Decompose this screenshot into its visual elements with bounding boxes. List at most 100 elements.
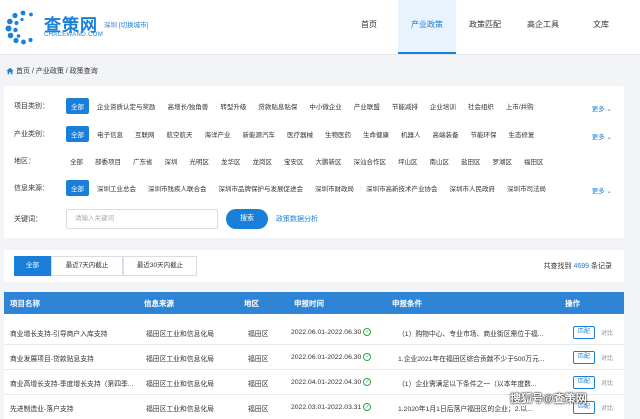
check-icon: ✓ xyxy=(363,328,372,336)
chip-option[interactable]: 节能环保 xyxy=(467,127,501,141)
header-project-name: 项目名称 xyxy=(10,299,40,308)
tab-all[interactable]: 全部 xyxy=(14,256,51,276)
chip-option[interactable]: 社会组织 xyxy=(464,99,498,113)
check-icon: ✓ xyxy=(363,378,372,386)
row-condition: （1）购物中心、专业市场、商业街区需位于福... xyxy=(398,331,544,338)
filter-label: 产业类别： xyxy=(14,131,49,138)
row-name[interactable]: 商业高增长支持-季度增长支持（第四季... xyxy=(10,378,140,388)
compare-link[interactable]: 对比 xyxy=(601,328,613,337)
chip-option[interactable]: 龙岗区 xyxy=(249,154,277,168)
row-name[interactable]: 商业发展项目-贷款贴息支持 xyxy=(10,353,140,363)
nav-hightech-tools[interactable]: 高企工具 xyxy=(514,0,572,54)
home-icon[interactable] xyxy=(6,67,14,75)
chip-option[interactable]: 盐田区 xyxy=(457,154,485,168)
chip-option[interactable]: 深圳工业总会 xyxy=(93,181,140,195)
row-name[interactable]: 商业增长支持-引导商户入库支持 xyxy=(10,328,140,338)
more-industry-button[interactable]: 更多 ⌄ xyxy=(592,131,612,141)
policy-analysis-link[interactable]: 政策数据分析 xyxy=(276,214,318,224)
more-project-type-button[interactable]: 更多 ⌄ xyxy=(592,103,612,113)
chip-option[interactable]: 航空航天 xyxy=(163,127,197,141)
row-region: 福田区 xyxy=(248,381,269,388)
breadcrumb: 首页 / 产业政策 / 政策查询 xyxy=(6,66,98,76)
table-row[interactable]: 商业增长支持-引导商户入库支持 福田区工业和信息化局 福田区 2022.06.0… xyxy=(4,320,624,345)
chip-option[interactable]: 深圳市人民政府 xyxy=(446,181,500,195)
chip-option[interactable]: 龙华区 xyxy=(217,154,245,168)
chip-all[interactable]: 全部 xyxy=(66,154,87,168)
chip-option[interactable]: 宝安区 xyxy=(280,154,308,168)
chip-option[interactable]: 高端装备 xyxy=(429,127,463,141)
chip-option[interactable]: 福田区 xyxy=(520,154,548,168)
chip-option[interactable]: 产业联盟 xyxy=(350,99,384,113)
chip-option[interactable]: 部委项目 xyxy=(91,154,125,168)
compare-link[interactable]: 对比 xyxy=(601,353,613,362)
chip-option[interactable]: 机器人 xyxy=(397,127,425,141)
chip-option[interactable]: 深圳市品牌保护与发展促进会 xyxy=(215,181,308,195)
chip-option[interactable]: 电子信息 xyxy=(93,127,127,141)
chip-option[interactable]: 新能源汽车 xyxy=(239,127,280,141)
row-time: 2022.06.01-2022.06.30 xyxy=(291,353,362,361)
table-header: 项目名称 信息来源 地区 申报时间 申报条件 操作 xyxy=(4,292,624,314)
row-time: 2022.03.01-2022.03.31 xyxy=(291,403,362,411)
chip-option[interactable]: 罗湖区 xyxy=(489,154,517,168)
match-button[interactable]: 匹配 xyxy=(573,326,595,339)
chip-option[interactable]: 上市/并购 xyxy=(502,99,538,113)
chip-option[interactable]: 医疗器械 xyxy=(283,127,317,141)
chip-option[interactable]: 深圳市高新技术产业协会 xyxy=(362,181,442,195)
result-count-prefix: 共查找到 xyxy=(543,263,572,270)
filter-label: 项目类别： xyxy=(14,103,49,110)
search-button[interactable]: 搜索 xyxy=(226,209,268,229)
logo-icon[interactable] xyxy=(5,9,41,45)
chip-option[interactable]: 深圳市司法局 xyxy=(503,181,550,195)
nav-home[interactable]: 首页 xyxy=(340,0,398,54)
chip-option[interactable]: 中小微企业 xyxy=(305,99,346,113)
chip-option[interactable]: 南山区 xyxy=(426,154,454,168)
chip-option[interactable]: 广东省 xyxy=(129,154,157,168)
chip-option[interactable]: 光明区 xyxy=(186,154,214,168)
filter-label: 关键词： xyxy=(14,216,42,223)
row-region: 福田区 xyxy=(248,406,269,413)
nav-library[interactable]: 文库 xyxy=(572,0,630,54)
filter-row-region: 地区： 全部 部委项目 广东省 深圳 光明区 龙华区 龙岗区 宝安区 大鹏新区 … xyxy=(14,153,552,169)
table-row[interactable]: 商业发展项目-贷款贴息支持 福田区工业和信息化局 福田区 2022.06.01-… xyxy=(4,345,624,370)
chip-option[interactable]: 高增长/独角兽 xyxy=(164,99,213,113)
breadcrumb-text[interactable]: 首页 / 产业政策 / 政策查询 xyxy=(16,66,98,76)
chip-option[interactable]: 互联网 xyxy=(131,127,159,141)
chip-option[interactable]: 生命健康 xyxy=(359,127,393,141)
chip-option[interactable]: 深汕合作区 xyxy=(350,154,391,168)
chip-option[interactable]: 生物医药 xyxy=(321,127,355,141)
chip-option[interactable]: 企业资质认定与奖励 xyxy=(93,99,160,113)
compare-link[interactable]: 对比 xyxy=(601,378,613,387)
main-nav: 首页 产业政策 政策匹配 高企工具 文库 xyxy=(340,0,630,54)
row-time: 2022.04.01-2022.04.30 xyxy=(291,378,362,386)
chip-option[interactable]: 企业培训 xyxy=(426,99,460,113)
nav-industry-policy[interactable]: 产业政策 xyxy=(398,0,456,54)
chip-all[interactable]: 全部 xyxy=(66,126,89,142)
tab-30-days[interactable]: 最近30天内截止 xyxy=(123,256,197,276)
chip-option[interactable]: 节能减排 xyxy=(388,99,422,113)
row-region: 福田区 xyxy=(248,331,269,338)
chip-all[interactable]: 全部 xyxy=(66,180,89,196)
chip-all[interactable]: 全部 xyxy=(66,98,89,114)
chip-option[interactable]: 深圳 xyxy=(161,154,182,168)
more-source-button[interactable]: 更多 ⌄ xyxy=(592,185,612,195)
nav-policy-match[interactable]: 政策匹配 xyxy=(456,0,514,54)
chip-option[interactable]: 贷款贴息贴保 xyxy=(254,99,301,113)
chip-option[interactable]: 海洋产业 xyxy=(201,127,235,141)
filter-row-project-type: 项目类别： 全部 企业资质认定与奖励 高增长/独角兽 转型升级 贷款贴息贴保 中… xyxy=(14,98,542,114)
chip-option[interactable]: 坪山区 xyxy=(394,154,422,168)
chip-option[interactable]: 大鹏新区 xyxy=(312,154,346,168)
match-button[interactable]: 匹配 xyxy=(573,351,595,364)
compare-link[interactable]: 对比 xyxy=(601,403,613,412)
top-header: 查策网 CHACEWANG.COM 深圳 [切换城市] 首页 产业政策 政策匹配… xyxy=(0,0,640,55)
keyword-input[interactable]: 请输入关键词 xyxy=(66,209,218,229)
tab-7-days[interactable]: 最近7天内截止 xyxy=(51,256,123,276)
chip-option[interactable]: 转型升级 xyxy=(216,99,250,113)
row-region: 福田区 xyxy=(248,356,269,363)
chip-option[interactable]: 深圳市残疾人联合会 xyxy=(144,181,211,195)
time-filter-bar: 全部 最近7天内截止 最近30天内截止 共查找到 4699 条记录 xyxy=(4,250,624,282)
match-button[interactable]: 匹配 xyxy=(573,376,595,389)
chip-option[interactable]: 深圳市财政局 xyxy=(311,181,358,195)
city-switcher[interactable]: 深圳 [切换城市] xyxy=(104,19,148,29)
row-name[interactable]: 先进制造业-落户支持 xyxy=(10,403,140,413)
chip-option[interactable]: 生态修复 xyxy=(505,127,539,141)
